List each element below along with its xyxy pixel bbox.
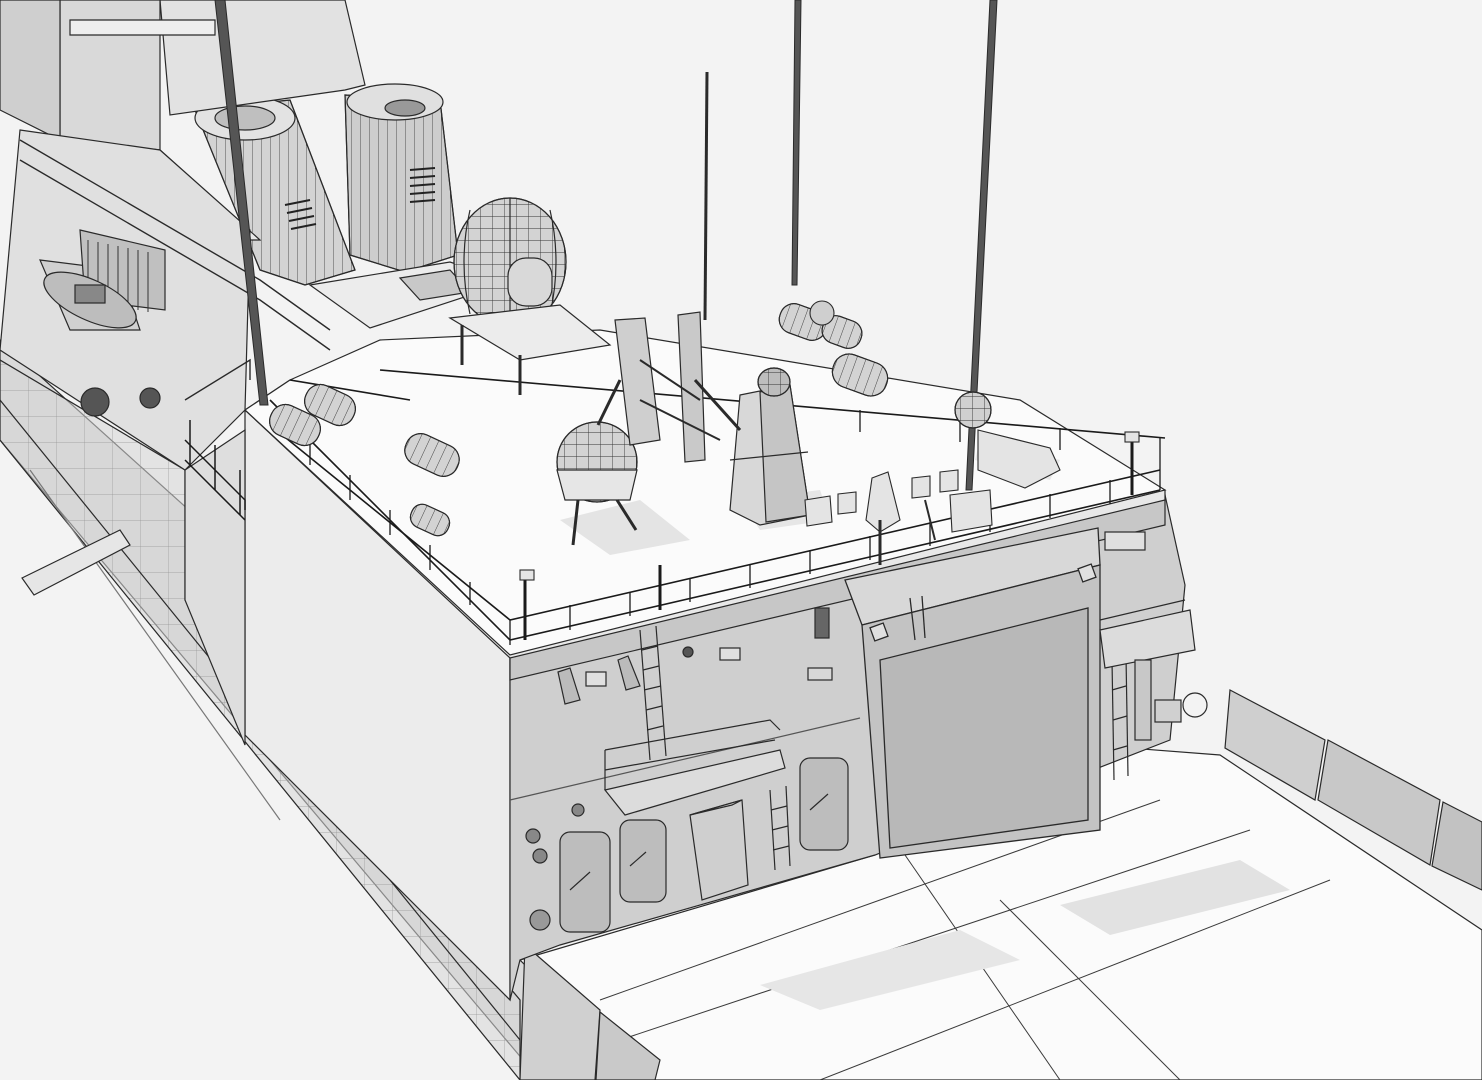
frigate-wireframe-illustration bbox=[0, 0, 1482, 1080]
ship-render bbox=[0, 0, 1482, 1080]
hangar-door bbox=[844, 527, 1101, 859]
watertight-door-mid bbox=[619, 819, 667, 903]
watertight-door-left bbox=[559, 831, 611, 933]
watertight-door-right bbox=[799, 757, 849, 851]
